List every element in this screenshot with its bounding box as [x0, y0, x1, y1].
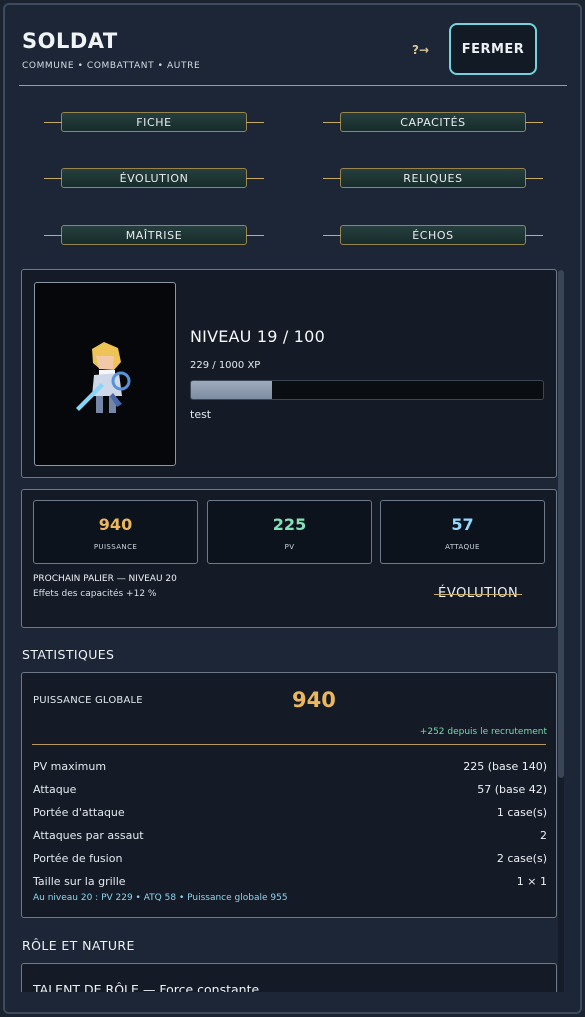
evolve-button[interactable]: ÉVOLUTION	[433, 586, 523, 601]
global-power-delta: +252 depuis le recrutement	[419, 727, 547, 737]
stat-row-label: Taille sur la grille	[33, 875, 126, 888]
role-section-title: RÔLE ET NATURE	[22, 938, 135, 953]
stat-row-value: 1 case(s)	[496, 806, 547, 819]
tab-evolution[interactable]: ÉVOLUTION	[44, 168, 264, 188]
unit-detail-panel: SOLDAT COMMUNE • COMBATTANT • AUTRE ?→ F…	[3, 3, 582, 1014]
stat-row-hp: PV maximum 225 (base 140)	[33, 760, 547, 776]
stat-row-label: PV maximum	[33, 760, 107, 773]
tab-capacites[interactable]: CAPACITÉS	[323, 112, 543, 132]
tab-maitrise[interactable]: MAÎTRISE	[44, 225, 264, 245]
unit-subtitle: COMMUNE • COMBATTANT • AUTRE	[22, 61, 201, 71]
tab-fiche[interactable]: FICHE	[44, 112, 264, 132]
hero-card: NIVEAU 19 / 100 229 / 1000 XP test	[21, 269, 557, 478]
stats-divider	[32, 744, 546, 745]
stat-row-label: Portée de fusion	[33, 852, 123, 865]
stat-row-fusion: Portée de fusion 2 case(s)	[33, 852, 547, 868]
stat-hp-label: PV	[284, 543, 295, 551]
stat-attack-label: ATTAQUE	[445, 543, 480, 551]
global-power-label: PUISSANCE GLOBALE	[33, 695, 143, 706]
stat-row-label: Attaques par assaut	[33, 829, 144, 842]
stat-row-attack: Attaque 57 (base 42)	[33, 783, 547, 799]
scrollbar-thumb[interactable]	[558, 270, 564, 778]
unit-portrait	[34, 282, 176, 466]
unit-level: NIVEAU 19 / 100	[190, 327, 325, 346]
global-power-value: 940	[292, 688, 336, 712]
stat-power-label: PUISSANCE	[93, 543, 138, 551]
stat-attack-value: 57	[451, 515, 474, 534]
close-button[interactable]: FERMER	[449, 23, 537, 75]
key-stats-card: 940 PUISSANCE 225 PV 57 ATTAQUE PROCHAIN…	[21, 489, 557, 628]
xp-label: 229 / 1000 XP	[190, 360, 261, 371]
stat-hp-box: 225 PV	[207, 500, 372, 564]
stat-row-range: Portée d'attaque 1 case(s)	[33, 806, 547, 822]
detailed-stats-card: PUISSANCE GLOBALE 940 +252 depuis le rec…	[21, 672, 557, 918]
tab-echos[interactable]: ÉCHOS	[323, 225, 543, 245]
stat-power-box: 940 PUISSANCE	[33, 500, 198, 564]
scrollbar[interactable]	[558, 270, 564, 1000]
xp-progress-fill	[191, 381, 272, 399]
stat-row-size: Taille sur la grille 1 × 1	[33, 875, 547, 891]
header-divider	[19, 85, 567, 86]
next-tier-title: PROCHAIN PALIER — NIVEAU 20	[33, 574, 177, 584]
next-tier-effect: Effets des capacités +12 %	[33, 589, 157, 599]
stat-row-attacks: Attaques par assaut 2	[33, 829, 547, 845]
bottom-edge	[5, 992, 580, 1012]
unit-title: SOLDAT	[22, 29, 118, 53]
stats-section-title: STATISTIQUES	[22, 647, 115, 662]
xp-progress-bar	[190, 380, 544, 400]
level-forecast: Au niveau 20 : PV 229 • ATQ 58 • Puissan…	[33, 893, 288, 903]
stat-row-label: Attaque	[33, 783, 77, 796]
stat-power-value: 940	[98, 515, 133, 534]
stat-row-value: 225 (base 140)	[463, 760, 547, 773]
unit-description: test	[190, 408, 212, 421]
stat-row-value: 1 × 1	[516, 875, 547, 888]
stat-attack-box: 57 ATTAQUE	[380, 500, 545, 564]
stat-row-label: Portée d'attaque	[33, 806, 125, 819]
stat-hp-value: 225	[272, 515, 307, 534]
stat-row-value: 2 case(s)	[496, 852, 547, 865]
stat-row-value: 2	[540, 829, 547, 842]
help-button[interactable]: ?→	[412, 43, 429, 57]
stat-row-value: 57 (base 42)	[477, 783, 547, 796]
tab-reliques[interactable]: RELIQUES	[323, 168, 543, 188]
soldier-sprite-icon	[76, 342, 131, 413]
